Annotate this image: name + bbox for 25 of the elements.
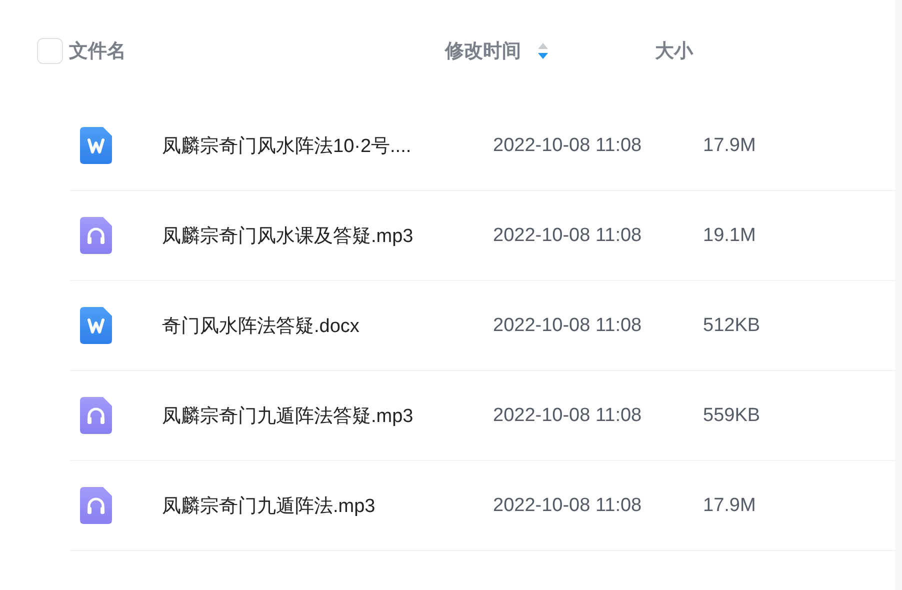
- file-name[interactable]: 奇门风水阵法答疑.docx: [162, 316, 360, 336]
- headphones-icon: [80, 397, 112, 434]
- word-document-icon: [80, 307, 112, 344]
- column-header[interactable]: 修改时间: [445, 38, 521, 64]
- column-header[interactable]: 文件名: [69, 40, 126, 62]
- modified-time: 2022-10-08 11:08: [493, 224, 642, 246]
- file-size: 17.9M: [703, 134, 756, 156]
- modified-time: 2022-10-08 11:08: [493, 404, 642, 426]
- file-size: 17.9M: [703, 494, 756, 516]
- file-name[interactable]: 凤麟宗奇门九遁阵法答疑.mp3: [162, 406, 414, 426]
- file-name[interactable]: 凤麟宗奇门风水课及答疑.mp3: [162, 226, 414, 246]
- headphones-icon: [80, 487, 112, 524]
- headphones-icon: [80, 217, 112, 254]
- checkbox[interactable]: [37, 38, 63, 64]
- word-document-icon: [80, 127, 112, 164]
- file-size: 19.1M: [703, 224, 756, 246]
- file-size: 559KB: [703, 404, 760, 426]
- file-name[interactable]: 凤麟宗奇门风水阵法10·2号....: [162, 136, 412, 156]
- modified-time: 2022-10-08 11:08: [493, 314, 642, 336]
- modified-time: 2022-10-08 11:08: [493, 494, 642, 516]
- sort-icon[interactable]: [537, 40, 549, 60]
- column-header[interactable]: 大小: [655, 40, 693, 62]
- file-size: 512KB: [703, 314, 760, 336]
- file-name[interactable]: 凤麟宗奇门九遁阵法.mp3: [162, 496, 376, 516]
- modified-time: 2022-10-08 11:08: [493, 134, 642, 156]
